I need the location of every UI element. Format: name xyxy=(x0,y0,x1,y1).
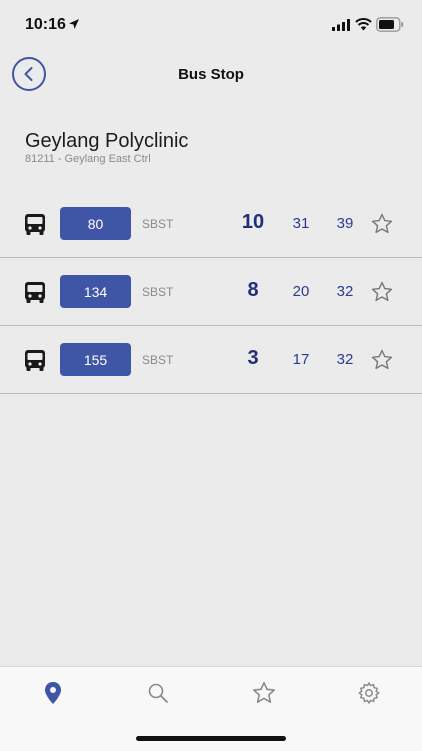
wifi-icon xyxy=(355,18,372,31)
page-title: Bus Stop xyxy=(178,66,244,83)
bus-icon xyxy=(25,282,45,303)
eta-second: 20 xyxy=(292,283,310,300)
stop-name: Geylang Polyclinic xyxy=(25,130,189,152)
route-badge[interactable]: 80 xyxy=(60,207,131,240)
gear-icon xyxy=(358,682,380,704)
bus-icon xyxy=(25,214,45,235)
eta-second: 31 xyxy=(292,215,310,232)
bus-icon xyxy=(25,350,45,371)
eta-third: 32 xyxy=(336,283,354,300)
route-badge[interactable]: 134 xyxy=(60,275,131,308)
stop-subtitle: 81211 - Geylang East Ctrl xyxy=(25,153,151,165)
tab-search[interactable] xyxy=(143,679,173,707)
favorite-star-icon[interactable] xyxy=(370,348,394,372)
search-icon xyxy=(148,683,168,703)
favorite-star-icon[interactable] xyxy=(370,280,394,304)
cellular-signal-icon xyxy=(332,19,350,31)
battery-icon xyxy=(376,17,404,32)
operator-label: SBST xyxy=(142,285,174,299)
tab-settings[interactable] xyxy=(354,679,384,707)
operator-label: SBST xyxy=(142,217,174,231)
eta-second: 17 xyxy=(292,351,310,368)
star-icon xyxy=(253,681,275,703)
bus-row[interactable]: 155 SBST 3 17 32 xyxy=(0,326,422,394)
status-time: 10:16 xyxy=(25,16,66,33)
bus-list: 80 SBST 10 31 39 134 SBST 8 20 32 155 SB… xyxy=(0,190,422,394)
eta-first: 8 xyxy=(247,279,259,301)
favorite-star-icon[interactable] xyxy=(370,212,394,236)
home-indicator xyxy=(136,736,286,741)
nav-bar: Bus Stop xyxy=(0,52,422,98)
route-badge[interactable]: 155 xyxy=(60,343,131,376)
bus-row[interactable]: 80 SBST 10 31 39 xyxy=(0,190,422,258)
tab-favorites[interactable] xyxy=(249,679,279,707)
eta-third: 39 xyxy=(336,215,354,232)
status-bar: 10:16 xyxy=(0,0,422,48)
eta-first: 10 xyxy=(241,211,265,233)
bus-row[interactable]: 134 SBST 8 20 32 xyxy=(0,258,422,326)
operator-label: SBST xyxy=(142,353,174,367)
tab-nearby[interactable] xyxy=(38,679,68,707)
location-arrow-icon xyxy=(69,19,79,29)
map-pin-icon xyxy=(45,682,61,704)
eta-third: 32 xyxy=(336,351,354,368)
eta-first: 3 xyxy=(247,347,259,369)
